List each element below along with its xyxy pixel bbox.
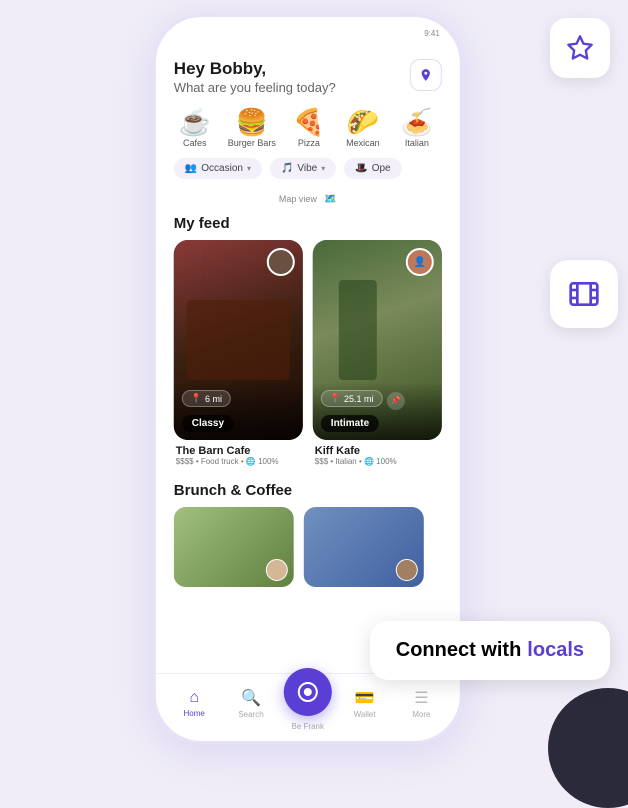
italian-label: Italian (405, 138, 429, 148)
status-bar: 9:41 (156, 17, 460, 49)
barn-overlay: 📍 6 mi Classy (174, 380, 303, 440)
occasion-filter[interactable]: 👥 Occasion ▾ (174, 158, 262, 179)
kiff-vibe: Intimate (321, 415, 379, 432)
mexican-label: Mexican (346, 138, 380, 148)
feed-card-kiff[interactable]: 👤 📍 25.1 mi 📌 Intimate (313, 240, 442, 466)
wallet-label: Wallet (354, 710, 376, 719)
vibe-icon: 🎵 (281, 163, 293, 174)
occasion-icon: 👥 (185, 163, 197, 174)
nav-home[interactable]: ⌂ Home (166, 689, 223, 718)
location-button[interactable] (410, 59, 442, 91)
map-view-label: Map view (279, 194, 317, 204)
kiff-name: Kiff Kafe (315, 445, 440, 457)
category-pizza[interactable]: 🍕 Pizza (288, 109, 330, 148)
burger-label: Burger Bars (228, 138, 276, 148)
cafes-emoji: ☕ (179, 109, 211, 135)
nav-be-frank[interactable]: Be Frank (279, 676, 336, 731)
feed-cards: 📍 6 mi Classy The Barn Cafe $$$$ • Food … (156, 240, 460, 476)
barn-avatar (267, 248, 295, 276)
occasion-label: Occasion (201, 163, 243, 174)
category-cafes[interactable]: ☕ Cafes (174, 109, 216, 148)
kiff-overlay: 📍 25.1 mi 📌 Intimate (313, 382, 442, 440)
kiff-avatar: 👤 (406, 248, 434, 276)
location-dot: 📍 (330, 393, 341, 404)
search-label: Search (238, 710, 263, 719)
mexican-emoji: 🌮 (347, 109, 379, 135)
barn-name: The Barn Cafe (176, 445, 301, 457)
connect-tooltip: Connect with locals (370, 621, 610, 680)
wallet-icon: 💳 (355, 688, 375, 708)
be-frank-label: Be Frank (292, 722, 324, 731)
header: Hey Bobby, What are you feeling today? (156, 49, 460, 103)
barn-vibe: Classy (182, 415, 234, 432)
filter-row: 👥 Occasion ▾ 🎵 Vibe ▾ 🎩 Ope (156, 152, 460, 185)
brunch-section-title: Brunch & Coffee (156, 476, 460, 507)
camera-icon (298, 682, 318, 702)
burger-emoji: 🍔 (236, 109, 268, 135)
italian-emoji: 🍝 (401, 109, 433, 135)
nav-more[interactable]: ☰ More (393, 688, 450, 719)
brunch-avatar-1 (266, 559, 288, 581)
barn-meta: $$$$ • Food truck • 🌐 100% (176, 457, 301, 466)
open-filter[interactable]: 🎩 Ope (344, 158, 401, 179)
location-icon (419, 68, 433, 82)
brunch-row (156, 507, 460, 587)
location-dot: 📍 (191, 393, 202, 404)
kiff-card-image: 👤 📍 25.1 mi 📌 Intimate (313, 240, 442, 440)
map-icon: 🗺️ (324, 194, 336, 205)
chevron-down-icon: ▾ (321, 164, 325, 173)
open-icon: 🎩 (355, 163, 367, 174)
pizza-label: Pizza (298, 138, 320, 148)
more-icon: ☰ (414, 688, 428, 708)
connect-highlight: locals (527, 639, 584, 662)
vibe-filter[interactable]: 🎵 Vibe ▾ (270, 158, 336, 179)
header-left: Hey Bobby, What are you feeling today? (174, 59, 336, 95)
app-content: Hey Bobby, What are you feeling today? ☕… (156, 49, 460, 673)
home-icon: ⌂ (189, 689, 199, 707)
feed-section-title: My feed (156, 209, 460, 240)
brunch-card-2[interactable] (304, 507, 424, 587)
greeting: Hey Bobby, (174, 59, 336, 79)
barn-info: The Barn Cafe $$$$ • Food truck • 🌐 100% (174, 445, 303, 466)
nav-search[interactable]: 🔍 Search (223, 688, 280, 719)
search-icon: 🔍 (241, 688, 261, 708)
home-label: Home (184, 709, 205, 718)
nav-wallet[interactable]: 💳 Wallet (336, 688, 393, 719)
connect-prefix: Connect with (396, 639, 522, 662)
feed-card-barn[interactable]: 📍 6 mi Classy The Barn Cafe $$$$ • Food … (174, 240, 303, 466)
open-label: Ope (372, 163, 391, 174)
chevron-down-icon: ▾ (247, 164, 251, 173)
be-frank-button[interactable] (284, 668, 332, 716)
film-icon (568, 278, 600, 310)
brunch-avatar-2 (396, 559, 418, 581)
bottom-nav: ⌂ Home 🔍 Search Be Frank 💳 Wallet (156, 673, 460, 741)
cafes-label: Cafes (183, 138, 207, 148)
pizza-emoji: 🍕 (293, 109, 325, 135)
film-button[interactable] (550, 260, 618, 328)
kiff-meta: $$$ • Italian • 🌐 100% (315, 457, 440, 466)
subtitle: What are you feeling today? (174, 80, 336, 95)
brunch-card-1[interactable] (174, 507, 294, 587)
vibe-label: Vibe (297, 163, 317, 174)
category-row: ☕ Cafes 🍔 Burger Bars 🍕 Pizza 🌮 Mexican … (156, 103, 460, 152)
kiff-info: Kiff Kafe $$$ • Italian • 🌐 100% (313, 445, 442, 466)
category-burger-bars[interactable]: 🍔 Burger Bars (228, 109, 276, 148)
bottom-right-decoration (548, 688, 628, 808)
star-icon (566, 34, 594, 62)
category-italian[interactable]: 🍝 Italian (396, 109, 438, 148)
barn-distance: 📍 6 mi (182, 390, 231, 407)
kiff-save-icon[interactable]: 📌 (387, 392, 405, 410)
category-mexican[interactable]: 🌮 Mexican (342, 109, 384, 148)
more-label: More (412, 710, 430, 719)
star-button[interactable] (550, 18, 610, 78)
barn-card-image: 📍 6 mi Classy (174, 240, 303, 440)
map-view-row[interactable]: Map view 🗺️ (156, 185, 460, 209)
kiff-distance: 📍 25.1 mi (321, 390, 383, 407)
